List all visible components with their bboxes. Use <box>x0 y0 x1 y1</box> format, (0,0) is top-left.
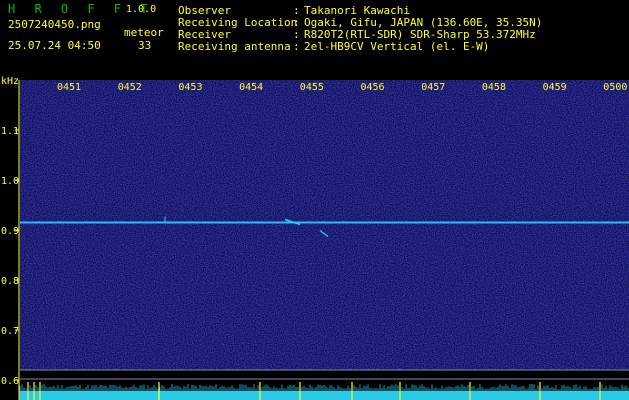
frequency-unit-label: kHz <box>1 76 20 87</box>
frequency-tick-label: 0.9 <box>1 226 19 237</box>
time-tick-label: 0453 <box>178 82 202 93</box>
spectrogram-noise <box>20 80 629 370</box>
time-tick-label: 0452 <box>118 82 142 93</box>
frequency-tick-label: 1.0 <box>1 176 19 187</box>
time-tick-label: 0457 <box>421 82 445 93</box>
spectrogram-plot <box>20 80 629 370</box>
frequency-tick-label: 0.6 <box>1 376 19 387</box>
frequency-tick-label: 0.7 <box>1 326 19 337</box>
power-trace <box>19 369 629 400</box>
time-tick-label: 0458 <box>482 82 506 93</box>
time-tick-label: 0451 <box>57 82 81 93</box>
time-tick-label: 0454 <box>239 82 263 93</box>
time-tick-label: 0456 <box>361 82 385 93</box>
frequency-tick-label: 0.8 <box>1 276 19 287</box>
frequency-tick-label: 1.1 <box>1 126 19 137</box>
spectrogram: 1.1 1.0 0.9 0.8 0.7 0.6 0451 0452 0453 0454 0455 0… <box>1 80 629 400</box>
time-tick-label: 0500 <box>603 82 627 93</box>
time-tick-label: 0455 <box>300 82 324 93</box>
frequency-axis: 1.1 1.0 0.9 0.8 0.7 0.6 <box>1 80 20 400</box>
time-tick-label: 0459 <box>543 82 567 93</box>
